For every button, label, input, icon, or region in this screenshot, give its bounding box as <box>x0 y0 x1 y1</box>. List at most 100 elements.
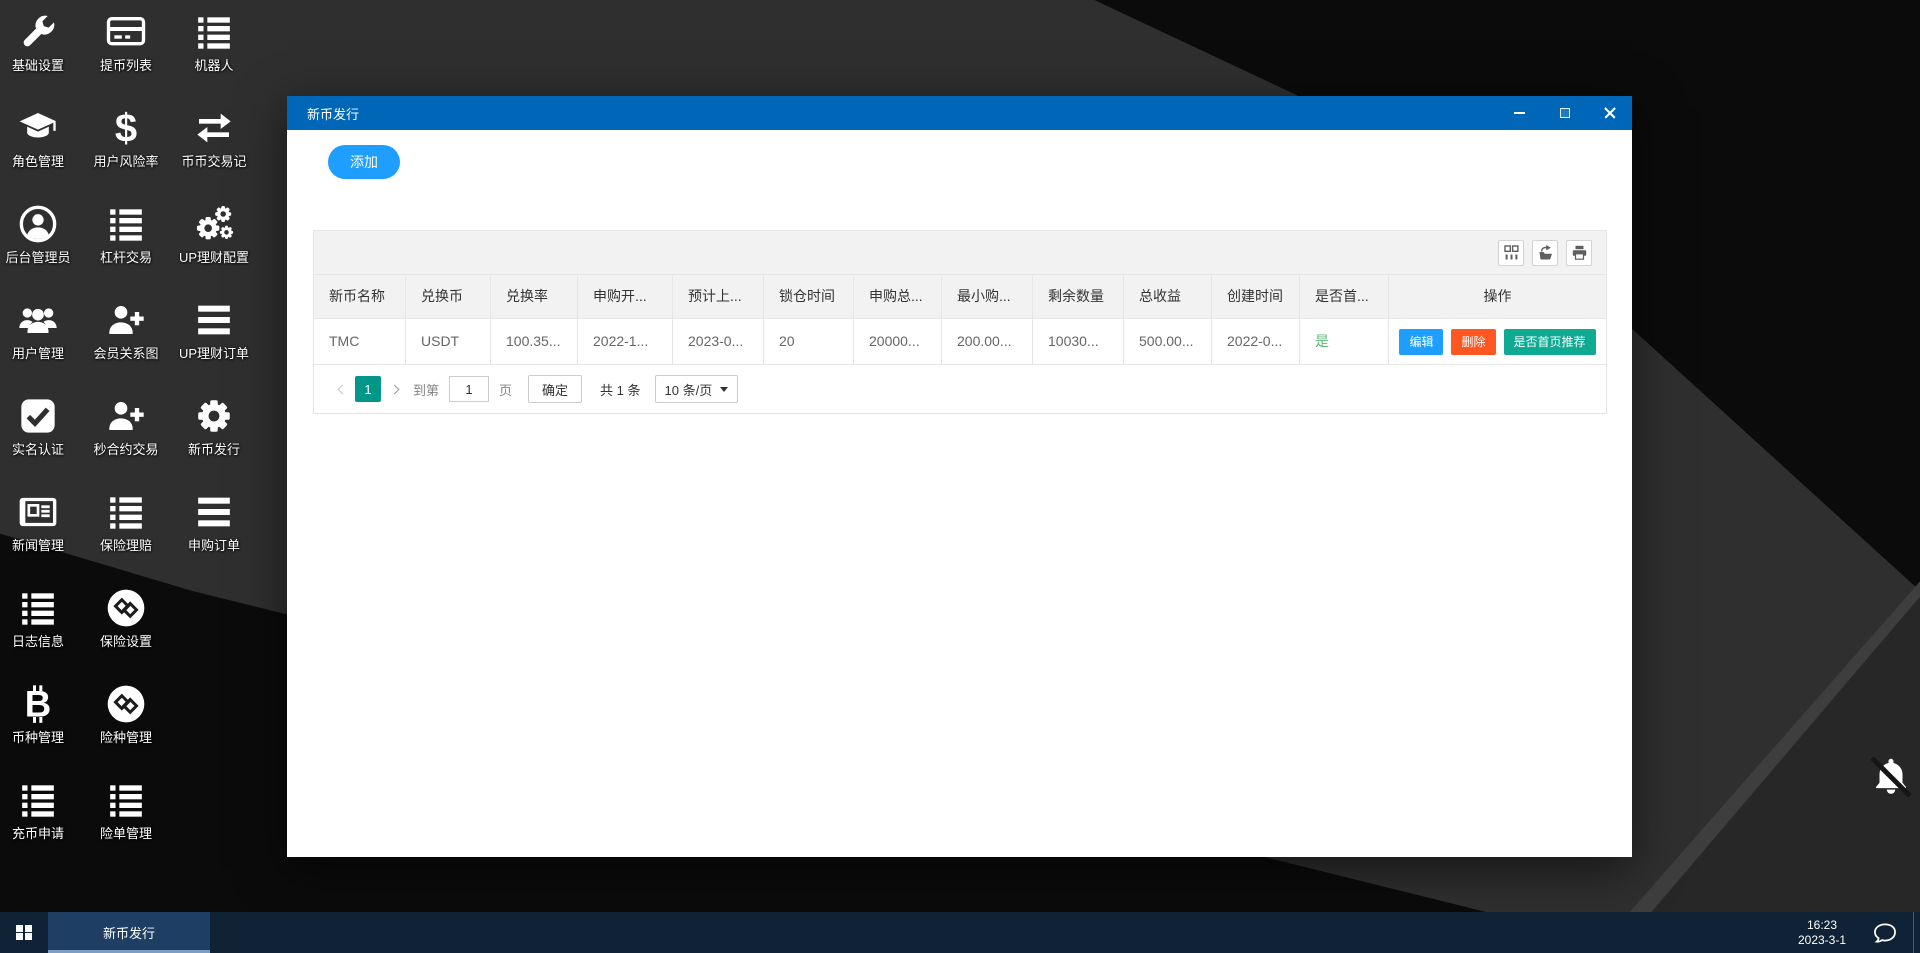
desktop-shortcut-label: 基础设置 <box>11 58 64 73</box>
desktop-shortcut[interactable]: UP理财配置 <box>176 204 252 265</box>
desktop-shortcut-label: 杠杆交易 <box>99 250 152 265</box>
dollar-icon: $ <box>88 106 164 152</box>
desktop-shortcut[interactable]: 实名认证 <box>0 396 76 457</box>
table-header-cell: 申购总... <box>854 275 942 318</box>
table-toolbar <box>314 231 1606 275</box>
desktop-shortcut[interactable]: 后台管理员 <box>0 204 76 265</box>
desktop-shortcut-label: 新币发行 <box>187 442 240 457</box>
export-button[interactable] <box>1532 239 1558 266</box>
table-header-cell: 是否首... <box>1300 275 1389 318</box>
desktop-shortcut[interactable]: 杠杆交易 <box>88 204 164 265</box>
desktop-shortcut-label: 秒合约交易 <box>93 442 159 457</box>
window-titlebar[interactable]: 新币发行 <box>287 96 1632 130</box>
desktop-shortcut[interactable]: 险单管理 <box>88 780 164 841</box>
desktop-shortcut[interactable]: 保险设置 <box>88 588 164 649</box>
close-button[interactable] <box>1587 96 1632 130</box>
desktop-shortcut-label: 日志信息 <box>11 634 64 649</box>
edit-button[interactable]: 编辑 <box>1399 328 1444 355</box>
desktop-shortcut[interactable]: 保险理赔 <box>88 492 164 553</box>
desktop-shortcut-label: 保险理赔 <box>99 538 152 553</box>
next-page-button[interactable] <box>381 376 407 402</box>
maximize-button[interactable] <box>1542 96 1587 130</box>
gears-icon <box>176 204 252 248</box>
desktop: 基础设置 提币列表 机器人角色管理 $ 用户风险率 币币交易记后台管理员 杠杆交易 UP理财配… <box>0 0 1920 953</box>
users-icon <box>0 300 76 344</box>
desktop-shortcut-label: 用户风险率 <box>93 154 159 169</box>
windows-logo-icon <box>16 924 32 941</box>
list-icon <box>88 780 164 824</box>
clock-date: 2023-3-1 <box>1797 932 1847 947</box>
goto-page-label: 到第 <box>413 382 440 398</box>
table-card: 新币名称 兑换币 兑换率 申购开... 预计上... 锁仓时间 申购总... 最小购... 剩余… <box>313 230 1607 414</box>
chevron-left-icon <box>337 384 347 394</box>
desktop-shortcut-label: 角色管理 <box>11 154 64 169</box>
exchange-icon <box>176 108 252 152</box>
table-header-row: 新币名称 兑换币 兑换率 申购开... 预计上... 锁仓时间 申购总... 最小购... 剩余… <box>314 275 1606 319</box>
minimize-button[interactable] <box>1497 96 1542 130</box>
desktop-shortcut-label: 机器人 <box>194 58 234 73</box>
desktop-shortcut[interactable]: UP理财订单 <box>176 300 252 361</box>
desktop-shortcut[interactable]: 秒合约交易 <box>88 396 164 457</box>
notifications-muted-bell-icon[interactable] <box>1868 752 1914 802</box>
table-header-cell: 最小购... <box>942 275 1033 318</box>
desktop-shortcut[interactable]: 新闻管理 <box>0 492 76 553</box>
export-icon <box>1539 245 1552 260</box>
cap-icon <box>0 108 76 152</box>
desktop-shortcut[interactable]: 申购订单 <box>176 492 252 553</box>
list-icon <box>0 780 76 824</box>
show-desktop-button[interactable] <box>1913 912 1920 953</box>
list-icon <box>0 588 76 632</box>
table-header-cell: 创建时间 <box>1212 275 1300 318</box>
page-1-button[interactable]: 1 <box>355 376 381 402</box>
page-size-value: 10 条/页 <box>664 382 713 398</box>
userplus-icon <box>88 300 164 344</box>
table-header-cell: 总收益 <box>1124 275 1212 318</box>
recommend-homepage-button[interactable]: 是否首页推荐 <box>1503 328 1596 355</box>
table-cell: 2022-1... <box>578 319 673 364</box>
desktop-shortcut-label: 充币申请 <box>11 826 64 841</box>
desktop-shortcut[interactable]: 基础设置 <box>0 12 76 73</box>
desktop-shortcut[interactable]: B 币种管理 <box>0 684 76 746</box>
table-cell: 200.00... <box>942 319 1033 364</box>
page-size-select[interactable]: 10 条/页 <box>654 375 739 403</box>
desktop-shortcut[interactable]: 角色管理 <box>0 108 76 169</box>
desktop-shortcut[interactable]: $ 用户风险率 <box>88 106 164 169</box>
desktop-shortcut[interactable]: 新币发行 <box>176 396 252 457</box>
table-header-cell: 申购开... <box>578 275 673 318</box>
desktop-icon-grid: 基础设置 提币列表 机器人角色管理 $ 用户风险率 币币交易记后台管理员 杠杆交易 UP理财配… <box>0 0 300 912</box>
bars-icon <box>176 492 252 536</box>
taskbar-clock[interactable]: 16:23 2023-3-1 <box>1786 912 1858 953</box>
taskbar-item-active[interactable]: 新币发行 <box>48 912 210 953</box>
desktop-shortcut[interactable]: 会员关系图 <box>88 300 164 361</box>
window-title: 新币发行 <box>307 106 360 122</box>
filter-columns-button[interactable] <box>1498 239 1524 266</box>
desktop-shortcut[interactable]: 用户管理 <box>0 300 76 361</box>
action-center-icon[interactable] <box>1872 920 1898 946</box>
desktop-shortcut[interactable]: 币币交易记 <box>176 108 252 169</box>
table-header-cell: 操作 <box>1483 288 1512 304</box>
clock-time: 16:23 <box>1806 917 1838 932</box>
chevron-right-icon <box>389 384 399 394</box>
table-cell: 10030... <box>1033 319 1124 364</box>
gear-icon <box>176 396 252 440</box>
window-controls <box>1497 96 1632 130</box>
svg-text:$: $ <box>115 108 137 148</box>
print-button[interactable] <box>1566 239 1592 266</box>
list-icon <box>88 204 164 248</box>
desktop-shortcut-label: UP理财订单 <box>178 346 250 361</box>
table-header-cell: 兑换率 <box>491 275 578 318</box>
desktop-shortcut[interactable]: 充币申请 <box>0 780 76 841</box>
desktop-shortcut[interactable]: 日志信息 <box>0 588 76 649</box>
start-button[interactable] <box>0 912 48 953</box>
delete-button[interactable]: 删除 <box>1451 328 1496 355</box>
desktop-shortcut-label: 用户管理 <box>11 346 64 361</box>
prev-page-button[interactable] <box>329 376 355 402</box>
confirm-page-button[interactable]: 确定 <box>528 375 583 403</box>
desktop-shortcut[interactable]: 提币列表 <box>88 12 164 73</box>
desktop-shortcut[interactable]: 机器人 <box>176 12 252 73</box>
table-cell: 2023-0... <box>673 319 764 364</box>
add-button[interactable]: 添加 <box>328 145 400 179</box>
desktop-shortcut[interactable]: 险种管理 <box>88 684 164 745</box>
usercircle-icon <box>0 204 76 248</box>
goto-page-input[interactable] <box>449 376 490 402</box>
